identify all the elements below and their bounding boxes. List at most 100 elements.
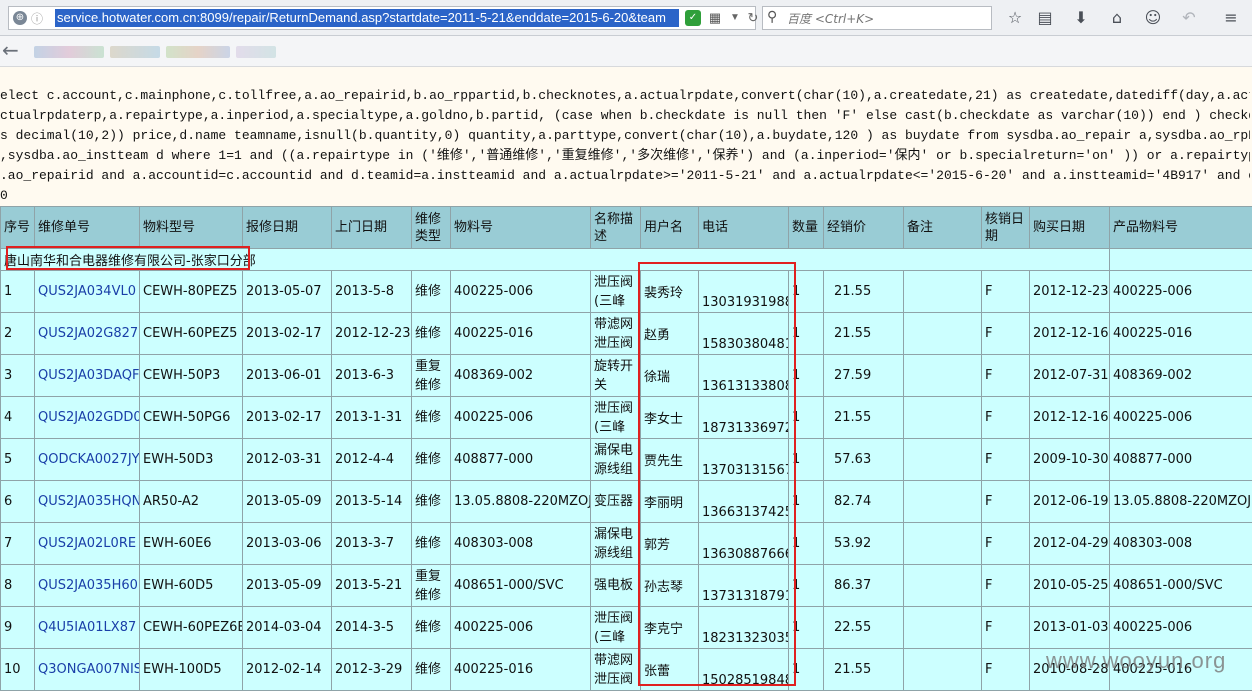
col-model-cell: EWH-50D3 [140, 439, 243, 481]
col-price-cell: 53.92 [824, 523, 904, 565]
col-price-cell: 27.59 [824, 355, 904, 397]
col-repair-no-cell[interactable]: QUS2JA034VL0 [35, 271, 140, 313]
col-phone-cell: 13731318791 [699, 565, 789, 607]
col-repair-type-cell: 重复维修 [412, 355, 451, 397]
col-description-cell: 带滤网泄压阀 [591, 313, 641, 355]
col-quantity-cell: 1 [789, 481, 824, 523]
col-visit-date-cell: 2012-3-29 [332, 649, 412, 691]
table-row: 1QUS2JA034VL0CEWH-80PEZ52013-05-072013-5… [1, 271, 1252, 313]
repair-no-link[interactable]: QODCKA0027JY [38, 452, 140, 467]
col-repair-type-cell: 维修 [412, 649, 451, 691]
repair-no-link[interactable]: QUS2JA035HQN [38, 494, 140, 509]
repair-no-link[interactable]: QUS2JA035H60 [38, 578, 138, 593]
home-icon[interactable]: ⌂ [1106, 7, 1128, 29]
table-row: 2QUS2JA02G827CEWH-60PEZ52013-02-172012-1… [1, 313, 1252, 355]
repair-no-link[interactable]: Q4U5IA01LX87 [38, 620, 136, 635]
col-username-cell: 郭芳 [641, 523, 699, 565]
undo-icon[interactable]: ↶ [1178, 7, 1200, 29]
sql-line: s decimal(10,2)) price,d.name teamname,i… [0, 126, 1250, 146]
qr-code-icon[interactable]: ▦ [707, 10, 723, 26]
col-repair-type-cell: 维修 [412, 397, 451, 439]
address-bar[interactable]: ⊕ ⓘ service.hotwater.com.cn:8099/repair/… [8, 6, 756, 30]
blurred-bookmark[interactable] [34, 46, 104, 58]
col-index-cell: 7 [1, 523, 35, 565]
col-remark-cell [904, 481, 982, 523]
col-repair-no-cell[interactable]: QUS2JA02L0RE [35, 523, 140, 565]
col-product-part-no-cell: 408369-002 [1110, 355, 1252, 397]
col-buy-date-cell: 2012-07-31 [1030, 355, 1110, 397]
globe-icon: ⊕ [13, 11, 27, 25]
col-remark-cell [904, 649, 982, 691]
table-row: 7QUS2JA02L0REEWH-60E62013-03-062013-3-7维… [1, 523, 1252, 565]
reload-icon[interactable]: ↻ [745, 10, 761, 26]
search-input[interactable] [785, 9, 989, 29]
col-index-cell: 5 [1, 439, 35, 481]
repair-no-link[interactable]: QUS2JA02G827 [38, 326, 138, 341]
col-username-cell: 张蕾 [641, 649, 699, 691]
col-repair-no-cell[interactable]: QUS2JA03DAQF [35, 355, 140, 397]
col-model-cell: CEWH-60PEZ5 [140, 313, 243, 355]
header-col-index: 序号 [1, 207, 35, 249]
col-part-no-cell: 408877-000 [451, 439, 591, 481]
header-col-quantity: 数量 [789, 207, 824, 249]
reading-list-icon[interactable]: ▤ [1034, 7, 1056, 29]
col-report-date-cell: 2013-05-09 [243, 481, 332, 523]
page-info-icon[interactable]: ⓘ [31, 10, 43, 27]
repair-no-link[interactable]: QUS2JA034VL0 [38, 284, 136, 299]
col-part-no-cell: 13.05.8808-220MZOJ [451, 481, 591, 523]
col-username-cell: 赵勇 [641, 313, 699, 355]
col-remark-cell [904, 397, 982, 439]
download-icon[interactable]: ⬇ [1070, 7, 1092, 29]
col-description-cell: 带滤网泄压阀 [591, 649, 641, 691]
col-remark-cell [904, 439, 982, 481]
col-phone-cell: 15830380481 [699, 313, 789, 355]
col-check-date-cell: F [982, 397, 1030, 439]
col-quantity-cell: 1 [789, 313, 824, 355]
search-box[interactable]: ⚲ [762, 6, 992, 30]
shield-icon[interactable]: ✓ [685, 10, 701, 26]
header-col-model: 物料型号 [140, 207, 243, 249]
repair-no-link[interactable]: Q3ONGA007NIS [38, 662, 140, 677]
col-report-date-cell: 2012-02-14 [243, 649, 332, 691]
col-part-no-cell: 408303-008 [451, 523, 591, 565]
col-model-cell: AR50-A2 [140, 481, 243, 523]
col-repair-no-cell[interactable]: QUS2JA035H60 [35, 565, 140, 607]
col-quantity-cell: 1 [789, 607, 824, 649]
col-index-cell: 6 [1, 481, 35, 523]
header-col-buy-date: 购买日期 [1030, 207, 1110, 249]
blurred-bookmark[interactable] [110, 46, 160, 58]
col-repair-no-cell[interactable]: QUS2JA02G827 [35, 313, 140, 355]
header-col-part-no: 物料号 [451, 207, 591, 249]
table-header-row: 序号维修单号物料型号报修日期上门日期维修类型物料号名称描述用户名电话数量经销价备… [1, 207, 1252, 249]
col-repair-no-cell[interactable]: Q4U5IA01LX87 [35, 607, 140, 649]
col-repair-no-cell[interactable]: Q3ONGA007NIS [35, 649, 140, 691]
table-row: 8QUS2JA035H60EWH-60D52013-05-092013-5-21… [1, 565, 1252, 607]
back-arrow-icon[interactable]: ← [2, 38, 19, 62]
col-visit-date-cell: 2013-5-8 [332, 271, 412, 313]
url-text[interactable]: service.hotwater.com.cn:8099/repair/Retu… [55, 9, 679, 27]
col-repair-no-cell[interactable]: QODCKA0027JY [35, 439, 140, 481]
group-row: 唐山南华和合电器维修有限公司-张家口分部 [1, 249, 1252, 271]
col-visit-date-cell: 2012-12-23 [332, 313, 412, 355]
col-price-cell: 21.55 [824, 397, 904, 439]
chevron-down-icon[interactable]: ▼ [727, 10, 743, 26]
blurred-bookmark[interactable] [236, 46, 276, 58]
col-report-date-cell: 2013-06-01 [243, 355, 332, 397]
col-repair-no-cell[interactable]: QUS2JA02GDD0 [35, 397, 140, 439]
menu-icon[interactable]: ≡ [1220, 7, 1242, 29]
blurred-bookmark[interactable] [166, 46, 230, 58]
col-repair-type-cell: 维修 [412, 271, 451, 313]
col-model-cell: CEWH-80PEZ5 [140, 271, 243, 313]
header-col-visit-date: 上门日期 [332, 207, 412, 249]
col-buy-date-cell: 2013-01-03 [1030, 607, 1110, 649]
col-description-cell: 泄压阀(三峰 [591, 397, 641, 439]
col-repair-no-cell[interactable]: QUS2JA035HQN [35, 481, 140, 523]
col-repair-type-cell: 维修 [412, 439, 451, 481]
repair-no-link[interactable]: QUS2JA02L0RE [38, 536, 136, 551]
repair-no-link[interactable]: QUS2JA02GDD0 [38, 410, 140, 425]
star-icon[interactable]: ☆ [1004, 7, 1026, 29]
chat-icon[interactable]: ☺ [1142, 7, 1164, 29]
col-description-cell: 变压器 [591, 481, 641, 523]
col-check-date-cell: F [982, 439, 1030, 481]
repair-no-link[interactable]: QUS2JA03DAQF [38, 368, 139, 383]
